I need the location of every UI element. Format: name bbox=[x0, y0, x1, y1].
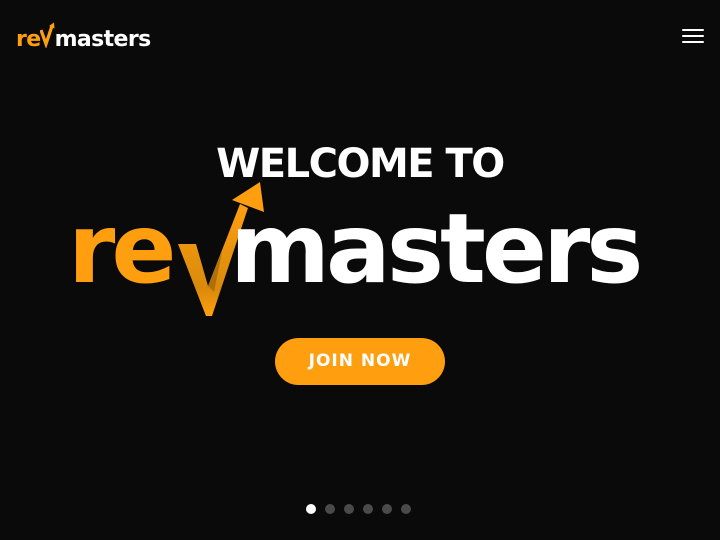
join-now-button[interactable]: JOIN NOW bbox=[275, 338, 445, 385]
hero-logo-masters-text: masters bbox=[230, 193, 643, 305]
header: re masters bbox=[0, 0, 720, 72]
hero-logo: re masters bbox=[68, 182, 658, 322]
carousel-dot-3[interactable] bbox=[344, 504, 354, 514]
hero-welcome-heading: WELCOME TO bbox=[216, 141, 505, 187]
brand-logo[interactable]: re masters bbox=[16, 22, 152, 52]
carousel-dot-5[interactable] bbox=[382, 504, 392, 514]
hamburger-menu-icon[interactable] bbox=[682, 26, 706, 46]
carousel-dot-2[interactable] bbox=[325, 504, 335, 514]
carousel-dot-4[interactable] bbox=[363, 504, 373, 514]
logo-rev-text: re bbox=[16, 27, 41, 52]
logo-arrow-v-icon bbox=[39, 22, 55, 48]
carousel-dot-1[interactable] bbox=[306, 504, 316, 514]
carousel-dots bbox=[306, 504, 411, 516]
carousel-dot-6[interactable] bbox=[401, 504, 411, 514]
logo-masters-text: masters bbox=[54, 27, 152, 52]
hero-logo-rev-text: re bbox=[68, 193, 176, 305]
